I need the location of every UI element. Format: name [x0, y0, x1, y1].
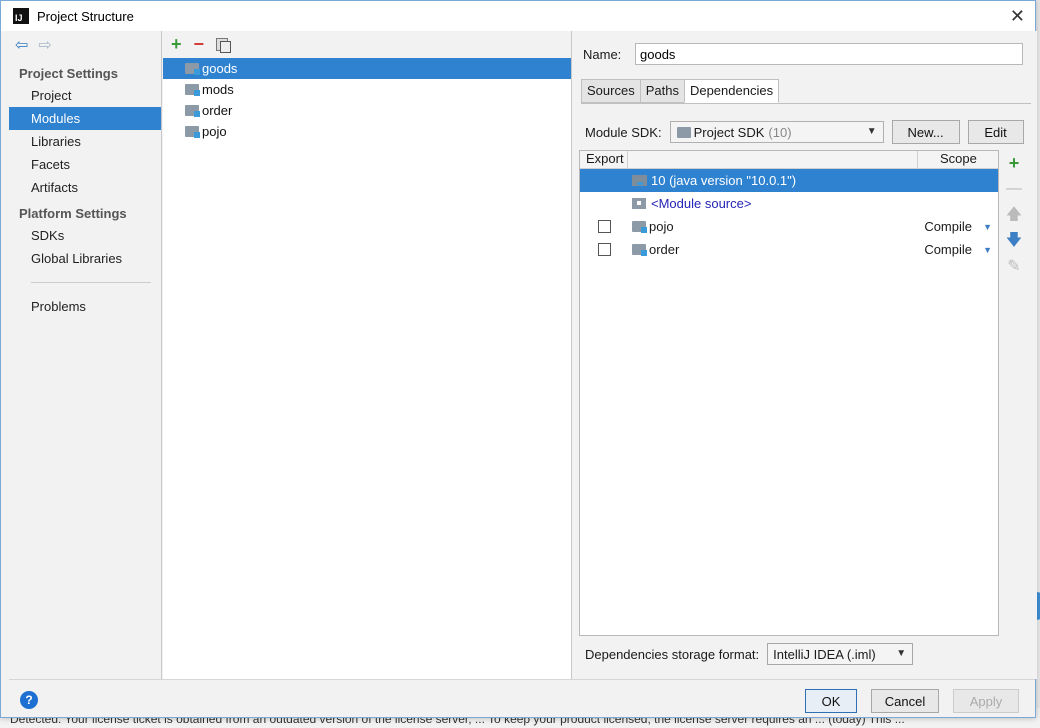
- new-sdk-button[interactable]: New...: [891, 120, 960, 144]
- dependency-name: pojo: [649, 219, 674, 234]
- module-sdk-value: Project SDK: [693, 124, 765, 140]
- apply-button[interactable]: Apply: [953, 689, 1019, 713]
- platform-settings-heading: Platform Settings: [19, 206, 127, 221]
- export-checkbox[interactable]: [598, 243, 611, 256]
- add-module-icon[interactable]: +: [171, 34, 182, 55]
- modules-toolbar: + −: [163, 31, 571, 58]
- intellij-icon: IJ: [13, 8, 29, 24]
- dependencies-table: Export Scope 10 (java version "10.0.1") …: [579, 150, 999, 636]
- module-folder-icon: [185, 105, 200, 117]
- name-row: Name:: [583, 43, 1023, 65]
- module-label: mods: [202, 82, 234, 97]
- add-dependency-icon[interactable]: +: [1009, 150, 1020, 176]
- name-column-header: [628, 151, 918, 168]
- project-structure-dialog: IJ Project Structure ✕ ⇦ ⇨ Project Setti…: [0, 0, 1037, 719]
- dependency-row-module-source[interactable]: <Module source>: [580, 192, 998, 215]
- module-source-icon: [632, 198, 646, 209]
- edit-sdk-button[interactable]: Edit: [967, 120, 1024, 144]
- forward-arrow-icon[interactable]: ⇨: [38, 35, 51, 55]
- module-sdk-select[interactable]: Project SDK (10) ▼: [669, 121, 884, 143]
- detail-tabs: Sources Paths Dependencies: [581, 79, 780, 103]
- module-label: pojo: [202, 124, 227, 139]
- sidebar-item-facets[interactable]: Facets: [9, 153, 161, 176]
- nav-arrows: ⇦ ⇨: [9, 31, 161, 59]
- storage-format-label: Dependencies storage format:: [585, 646, 760, 662]
- title-bar: IJ Project Structure ✕: [1, 1, 1035, 31]
- module-item-mods[interactable]: mods: [163, 79, 571, 100]
- storage-format-value: IntelliJ IDEA (.iml): [773, 646, 876, 662]
- tab-sources[interactable]: Sources: [581, 79, 641, 103]
- scope-column-header[interactable]: Scope: [918, 151, 998, 168]
- scope-value[interactable]: Compile: [924, 219, 972, 234]
- close-icon[interactable]: ✕: [1010, 6, 1025, 27]
- module-name-input[interactable]: [635, 43, 1023, 65]
- scope-value[interactable]: Compile: [924, 242, 972, 257]
- storage-format-select[interactable]: IntelliJ IDEA (.iml) ▼: [767, 643, 914, 665]
- module-folder-icon: [185, 84, 200, 96]
- sdk-folder-icon: [676, 126, 691, 138]
- tab-divider: [581, 103, 1031, 104]
- move-down-icon[interactable]: 🡇: [1006, 228, 1022, 254]
- move-up-icon[interactable]: 🡅: [1006, 202, 1022, 228]
- export-checkbox[interactable]: [598, 220, 611, 233]
- module-folder-icon: [632, 221, 647, 233]
- sidebar-item-modules[interactable]: Modules: [9, 107, 161, 130]
- chevron-down-icon[interactable]: ▼: [983, 245, 992, 255]
- sidebar-item-problems[interactable]: Problems: [9, 295, 161, 318]
- sidebar-divider: [31, 282, 151, 283]
- dependency-name: <Module source>: [651, 196, 752, 211]
- sidebar-item-libraries[interactable]: Libraries: [9, 130, 161, 153]
- module-folder-icon: [185, 63, 200, 75]
- module-folder-icon: [632, 244, 647, 256]
- remove-module-icon[interactable]: −: [194, 34, 205, 55]
- module-sdk-version: (10): [768, 124, 792, 140]
- sidebar-item-artifacts[interactable]: Artifacts: [9, 176, 161, 199]
- module-item-pojo[interactable]: pojo: [163, 121, 571, 142]
- sidebar-item-sdks[interactable]: SDKs: [9, 224, 161, 247]
- project-settings-heading: Project Settings: [19, 66, 118, 81]
- modules-pane: + − goods mods order pojo: [163, 31, 572, 679]
- chevron-down-icon[interactable]: ▼: [983, 222, 992, 232]
- module-sdk-label: Module SDK:: [585, 124, 662, 140]
- dependency-name: 10 (java version "10.0.1"): [651, 173, 797, 188]
- storage-format-row: Dependencies storage format: IntelliJ ID…: [585, 643, 914, 665]
- module-folder-icon: [185, 126, 200, 138]
- back-arrow-icon[interactable]: ⇦: [15, 35, 28, 55]
- module-item-order[interactable]: order: [163, 100, 571, 121]
- tab-dependencies[interactable]: Dependencies: [683, 79, 780, 103]
- sidebar-item-project[interactable]: Project: [9, 84, 161, 107]
- module-item-goods[interactable]: goods: [163, 58, 571, 79]
- module-label: goods: [202, 61, 238, 76]
- tab-paths[interactable]: Paths: [639, 79, 685, 103]
- module-detail-pane: Name: Sources Paths Dependencies Module …: [573, 31, 1037, 679]
- edit-pencil-icon[interactable]: ✎: [1007, 254, 1020, 280]
- dependency-row-order[interactable]: order Compile ▼: [580, 238, 998, 261]
- sdk-icon: [632, 175, 647, 186]
- dependency-row-pojo[interactable]: pojo Compile ▼: [580, 215, 998, 238]
- dependency-row-sdk[interactable]: 10 (java version "10.0.1"): [580, 169, 998, 192]
- sidebar-item-global-libraries[interactable]: Global Libraries: [9, 247, 161, 270]
- ok-button[interactable]: OK: [805, 689, 857, 713]
- chevron-down-icon: ▼: [866, 126, 877, 137]
- dependencies-header: Export Scope: [580, 151, 998, 169]
- chevron-down-icon: ▼: [896, 648, 907, 659]
- module-label: order: [202, 103, 233, 118]
- dependency-toolbar: + — 🡅 🡇 ✎: [1001, 150, 1027, 280]
- settings-sidebar: ⇦ ⇨ Project Settings Project Modules Lib…: [9, 31, 162, 679]
- window-title: Project Structure: [37, 8, 134, 24]
- cancel-button[interactable]: Cancel: [871, 689, 939, 713]
- name-label: Name:: [583, 46, 622, 62]
- dependency-name: order: [649, 242, 680, 257]
- remove-dependency-icon[interactable]: —: [1006, 176, 1022, 202]
- export-column-header[interactable]: Export: [580, 151, 628, 168]
- help-icon[interactable]: ?: [20, 691, 38, 709]
- copy-module-icon[interactable]: [216, 38, 232, 53]
- module-sdk-row: Module SDK: Project SDK (10) ▼ New... Ed…: [585, 120, 1024, 144]
- dialog-footer: ? OK Cancel Apply: [9, 679, 1035, 719]
